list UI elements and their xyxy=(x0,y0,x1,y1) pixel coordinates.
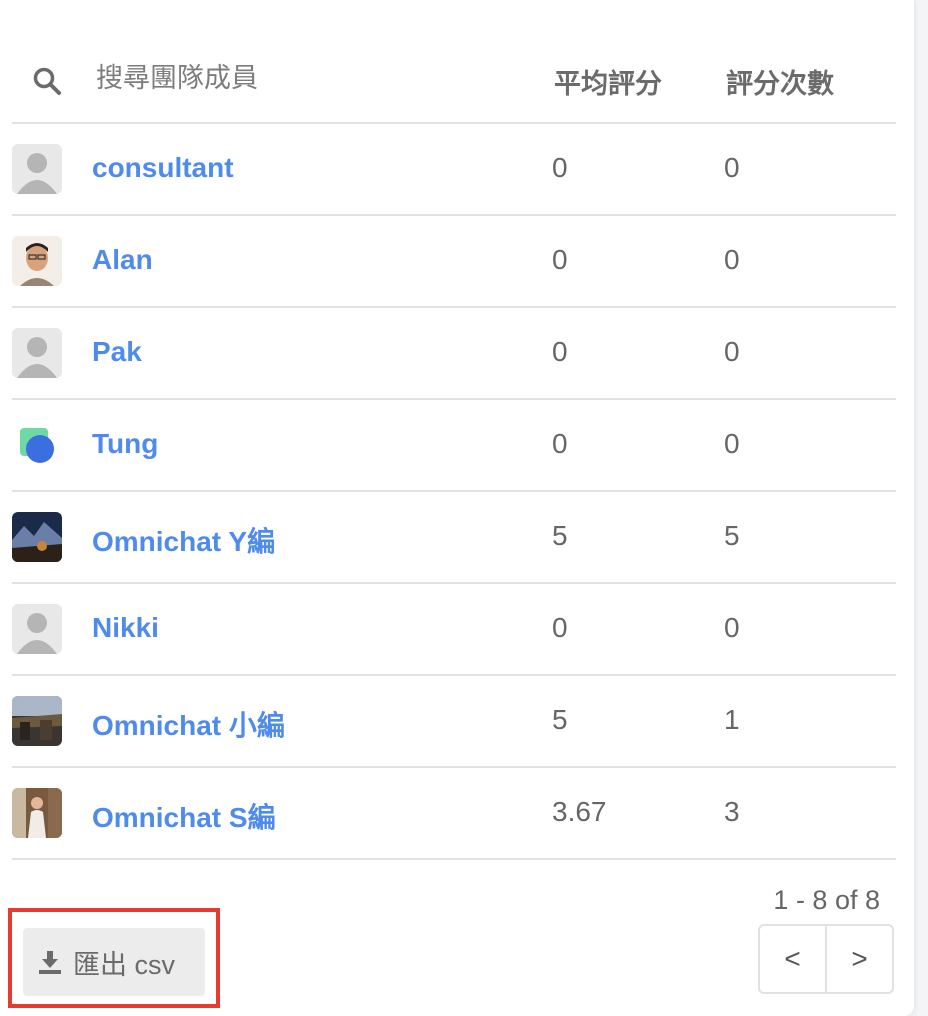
table-row: Omnichat Y編 5 5 xyxy=(12,492,896,584)
pagination-controls: < > xyxy=(758,924,894,994)
member-name-link[interactable]: Tung xyxy=(92,428,158,460)
table-row: Omnichat 小編 5 1 xyxy=(12,676,896,768)
photo-avatar-icon xyxy=(12,696,62,746)
avg-rating-column-header[interactable]: 平均評分 xyxy=(554,62,662,101)
avatar xyxy=(12,328,62,378)
next-page-button[interactable]: > xyxy=(827,926,892,992)
avg-rating-value: 0 xyxy=(552,612,568,643)
avatar xyxy=(12,420,62,470)
rating-count-column-header[interactable]: 評分次數 xyxy=(726,62,834,101)
photo-avatar-icon xyxy=(12,788,62,838)
avg-rating-value: 0 xyxy=(552,428,568,459)
avg-rating-value: 5 xyxy=(552,520,568,551)
avg-rating-value: 0 xyxy=(552,336,568,367)
logo-avatar-icon xyxy=(12,420,62,470)
search-icon xyxy=(33,67,61,95)
prev-page-button[interactable]: < xyxy=(760,926,827,992)
table-row: Nikki 0 0 xyxy=(12,584,896,676)
pagination-range: 1 - 8 of 8 xyxy=(773,885,880,915)
rating-count-value: 0 xyxy=(724,152,740,183)
member-name-link[interactable]: Omnichat 小編 xyxy=(92,704,285,744)
avg-rating-value: 0 xyxy=(552,244,568,275)
member-table: consultant 0 0 Alan 0 0 Pak 0 0 Tung 0 0… xyxy=(12,124,896,860)
default-avatar-icon xyxy=(12,328,62,378)
member-name-link[interactable]: Alan xyxy=(92,244,153,276)
rating-count-value: 0 xyxy=(724,612,740,643)
photo-avatar-icon xyxy=(12,512,62,562)
rating-count-value: 0 xyxy=(724,336,740,367)
photo-avatar-icon xyxy=(12,236,62,286)
member-name-link[interactable]: Pak xyxy=(92,336,142,368)
member-name-link[interactable]: Nikki xyxy=(92,612,159,644)
rating-count-value: 5 xyxy=(724,520,740,551)
table-row: Omnichat S編 3.67 3 xyxy=(12,768,896,860)
avatar xyxy=(12,236,62,286)
avg-rating-value: 3.67 xyxy=(552,796,607,827)
avatar xyxy=(12,788,62,838)
table-row: consultant 0 0 xyxy=(12,124,896,216)
export-csv-label: 匯出 csv xyxy=(73,949,176,980)
avatar xyxy=(12,144,62,194)
avg-rating-value: 5 xyxy=(552,704,568,735)
table-header: 平均評分 評分次數 xyxy=(12,40,896,124)
export-csv-button[interactable]: 匯出 csv xyxy=(23,928,205,996)
rating-count-value: 0 xyxy=(724,428,740,459)
rating-count-value: 0 xyxy=(724,244,740,275)
member-name-link[interactable]: consultant xyxy=(92,152,234,184)
table-row: Tung 0 0 xyxy=(12,400,896,492)
avatar xyxy=(12,512,62,562)
avg-rating-value: 0 xyxy=(552,152,568,183)
avatar xyxy=(12,604,62,654)
avatar xyxy=(12,696,62,746)
rating-count-value: 1 xyxy=(724,704,740,735)
member-rating-card: 平均評分 評分次數 consultant 0 0 xyxy=(0,0,914,1016)
default-avatar-icon xyxy=(12,604,62,654)
table-row: Pak 0 0 xyxy=(12,308,896,400)
member-name-link[interactable]: Omnichat Y編 xyxy=(92,520,275,560)
rating-count-value: 3 xyxy=(724,796,740,827)
member-name-link[interactable]: Omnichat S編 xyxy=(92,796,276,836)
default-avatar-icon xyxy=(12,144,62,194)
table-row: Alan 0 0 xyxy=(12,216,896,308)
download-icon xyxy=(39,951,61,974)
search-input[interactable] xyxy=(96,58,516,98)
